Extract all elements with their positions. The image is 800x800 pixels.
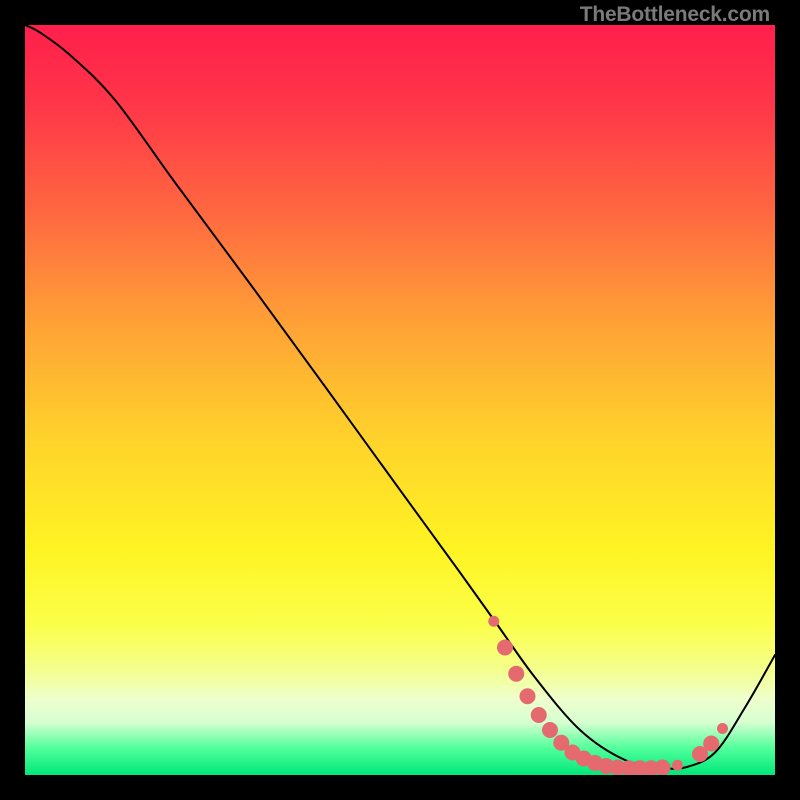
curve-marker: [508, 666, 524, 682]
curve-marker: [542, 722, 558, 738]
plot-area: [25, 25, 775, 775]
gradient-background: [25, 25, 775, 775]
watermark-text: TheBottleneck.com: [580, 3, 770, 27]
curve-marker: [497, 640, 513, 656]
curve-marker: [672, 760, 683, 771]
chart-svg: [25, 25, 775, 775]
curve-marker: [520, 688, 536, 704]
curve-marker: [655, 760, 671, 776]
curve-marker: [703, 736, 719, 752]
chart-frame: TheBottleneck.com: [0, 0, 800, 800]
curve-marker: [717, 723, 728, 734]
curve-marker: [531, 707, 547, 723]
curve-marker: [488, 616, 499, 627]
